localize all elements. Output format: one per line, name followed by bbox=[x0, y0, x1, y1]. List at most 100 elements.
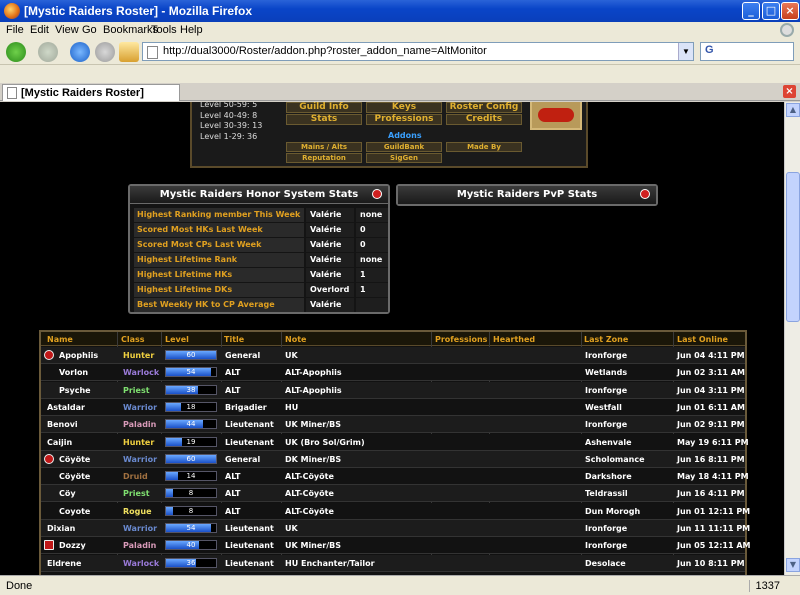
honor-stat-value: 1 bbox=[356, 283, 388, 297]
member-name[interactable]: Coyote bbox=[59, 507, 90, 516]
honor-panel-title: Mystic Raiders Honor System Stats bbox=[130, 186, 388, 204]
honor-stat-member[interactable]: Valérie bbox=[306, 223, 354, 237]
member-name[interactable]: Dixian bbox=[47, 524, 75, 533]
menu-bookmarks[interactable]: Bookmarks bbox=[103, 24, 158, 36]
honor-stat-value: 0 bbox=[356, 223, 388, 237]
member-last-zone: Darkshore bbox=[585, 472, 632, 482]
close-button[interactable]: × bbox=[781, 2, 799, 20]
collapse-icon[interactable] bbox=[372, 189, 382, 199]
column-header-level[interactable]: Level bbox=[165, 335, 189, 344]
member-level: 60 bbox=[186, 454, 196, 463]
member-class: Paladin bbox=[123, 541, 157, 551]
table-row[interactable]: Dixian Warrior 54 Lieutenant UK Ironforge Jun … bbox=[41, 520, 750, 537]
member-name[interactable]: Caijin bbox=[47, 438, 72, 447]
vertical-scrollbar[interactable]: ▲ ▼ bbox=[784, 102, 800, 575]
member-name[interactable]: Cöyöte bbox=[59, 472, 90, 481]
made-by-button[interactable]: Made By bbox=[446, 142, 522, 152]
honor-stat-member[interactable]: Valérie bbox=[306, 238, 354, 252]
menu-bar: File Edit View Go Bookmarks Tools Help bbox=[0, 22, 800, 39]
table-row[interactable]: Astaldar Warrior 18 Brigadier HU Westfall Jun … bbox=[41, 398, 745, 416]
menu-go[interactable]: Go bbox=[82, 24, 97, 36]
member-name[interactable]: Psyche bbox=[59, 386, 91, 395]
table-row[interactable]: Vorlon Warlock 54 ALT ALT-Apophiis Wetlands Ju… bbox=[41, 364, 745, 382]
table-row[interactable]: Cöyöte Warrior 60 General DK Miner/BS Scholom… bbox=[41, 450, 745, 468]
collapse-icon[interactable] bbox=[640, 189, 650, 199]
table-row[interactable]: Benovi Paladin 44 Lieutenant UK Miner/BS Iron… bbox=[41, 416, 745, 434]
menu-help[interactable]: Help bbox=[180, 24, 203, 36]
collapse-icon[interactable] bbox=[44, 350, 54, 360]
mains-alts-button[interactable]: Mains / Alts bbox=[286, 142, 362, 152]
url-bar[interactable]: http://dual3000/Roster/addon.php?roster_… bbox=[142, 42, 694, 61]
guildbank-button[interactable]: GuildBank bbox=[366, 142, 442, 152]
window-title: [Mystic Raiders Roster] - Mozilla Firefo… bbox=[24, 4, 253, 18]
honor-stat-value bbox=[356, 298, 388, 312]
column-header-last-online[interactable]: Last Online bbox=[677, 335, 728, 344]
reload-icon[interactable] bbox=[70, 42, 90, 62]
forward-icon[interactable] bbox=[38, 42, 58, 62]
honor-stat-member[interactable]: Overlord bbox=[306, 283, 354, 297]
member-name[interactable]: Dozzy bbox=[59, 541, 86, 550]
member-level: 18 bbox=[186, 402, 196, 411]
scroll-down-icon[interactable]: ▼ bbox=[786, 558, 800, 572]
column-header-note[interactable]: Note bbox=[285, 335, 306, 344]
member-name[interactable]: Benovi bbox=[47, 420, 78, 429]
column-header-professions[interactable]: Professions bbox=[435, 335, 487, 344]
table-row[interactable]: Caijin Hunter 19 Lieutenant UK (Bro Sol/Grim… bbox=[41, 433, 749, 451]
column-header-class[interactable]: Class bbox=[121, 335, 145, 344]
menu-view[interactable]: View bbox=[55, 24, 79, 36]
collapse-icon[interactable] bbox=[44, 453, 54, 464]
stats-button[interactable]: Stats bbox=[286, 114, 362, 125]
member-name[interactable]: Vorlon bbox=[59, 368, 88, 377]
member-name[interactable]: Astaldar bbox=[47, 403, 85, 412]
honor-stat-member[interactable]: Valérie bbox=[306, 208, 354, 222]
table-row[interactable]: Cöy Priest 8 ALT ALT-Cöyöte Teldrassil Jun 16 … bbox=[41, 485, 745, 503]
menu-file[interactable]: File bbox=[6, 24, 24, 36]
member-name[interactable]: Cöyöte bbox=[59, 455, 90, 464]
table-row[interactable]: Cöyöte Druid 14 ALT ALT-Cöyöte Darkshore May 1… bbox=[41, 468, 749, 486]
url-dropdown-icon[interactable]: ▼ bbox=[678, 43, 693, 60]
member-class: Priest bbox=[123, 489, 150, 499]
professions-button[interactable]: Professions bbox=[366, 114, 442, 125]
scroll-thumb[interactable] bbox=[786, 172, 800, 322]
table-row[interactable]: Coyote Rogue 8 ALT ALT-Cöyöte Dun Morogh Jun 0… bbox=[41, 502, 750, 520]
reputation-button[interactable]: Reputation bbox=[286, 153, 362, 163]
home-icon[interactable] bbox=[119, 42, 139, 62]
table-row[interactable]: Eldrene Warlock 36 Lieutenant HU Enchanter/T… bbox=[41, 554, 745, 572]
level-summary: Level 50-59: 5 Level 40-49: 8 Level 30-3… bbox=[200, 102, 262, 142]
roster-config-button[interactable]: Roster Config bbox=[446, 102, 522, 113]
scroll-up-icon[interactable]: ▲ bbox=[786, 103, 800, 117]
table-row[interactable]: Psyche Priest 38 ALT ALT-Apophiis Ironforge Ju… bbox=[41, 381, 745, 399]
column-header-last-zone[interactable]: Last Zone bbox=[584, 335, 628, 344]
member-level: 60 bbox=[186, 351, 196, 359]
column-header-title[interactable]: Title bbox=[224, 335, 244, 344]
member-name[interactable]: Eldrene bbox=[47, 559, 81, 568]
menu-edit[interactable]: Edit bbox=[30, 24, 49, 36]
guild-info-button[interactable]: Guild Info bbox=[286, 102, 362, 113]
honor-stat-member[interactable]: Valérie bbox=[306, 298, 354, 312]
search-box[interactable]: G bbox=[700, 42, 794, 61]
honor-stat-member[interactable]: Valérie bbox=[306, 253, 354, 267]
menu-tools[interactable]: Tools bbox=[151, 24, 177, 36]
member-name[interactable]: Apophiis bbox=[59, 351, 98, 360]
search-engine-icon[interactable]: G bbox=[705, 44, 714, 56]
close-tab-icon[interactable]: × bbox=[783, 85, 796, 98]
column-header-hearthed[interactable]: Hearthed bbox=[493, 335, 535, 344]
siggen-button[interactable]: SigGen bbox=[366, 153, 442, 163]
back-icon[interactable] bbox=[6, 42, 26, 62]
table-row[interactable]: Apophiis Hunter 60 General UK Ironforge Jun 04… bbox=[41, 347, 745, 364]
maximize-button[interactable]: □ bbox=[762, 2, 780, 20]
keys-button[interactable]: Keys bbox=[366, 102, 442, 113]
honor-stat-value: 1 bbox=[356, 268, 388, 282]
table-row[interactable]: Dozzy Paladin 40 Lieutenant UK Miner/BS Ironf… bbox=[41, 537, 750, 555]
stop-icon[interactable] bbox=[95, 42, 115, 62]
addons-label: Addons bbox=[388, 131, 422, 140]
expand-icon[interactable] bbox=[44, 540, 54, 551]
credits-button[interactable]: Credits bbox=[446, 114, 522, 125]
honor-stat-member[interactable]: Valérie bbox=[306, 268, 354, 282]
column-header-name[interactable]: Name bbox=[47, 335, 73, 344]
honor-stat-value: none bbox=[356, 253, 388, 267]
tab-roster[interactable]: [Mystic Raiders Roster] bbox=[2, 84, 180, 101]
minimize-button[interactable]: _ bbox=[742, 2, 760, 20]
level-bar: 8 bbox=[165, 488, 217, 499]
member-name[interactable]: Cöy bbox=[59, 489, 76, 498]
